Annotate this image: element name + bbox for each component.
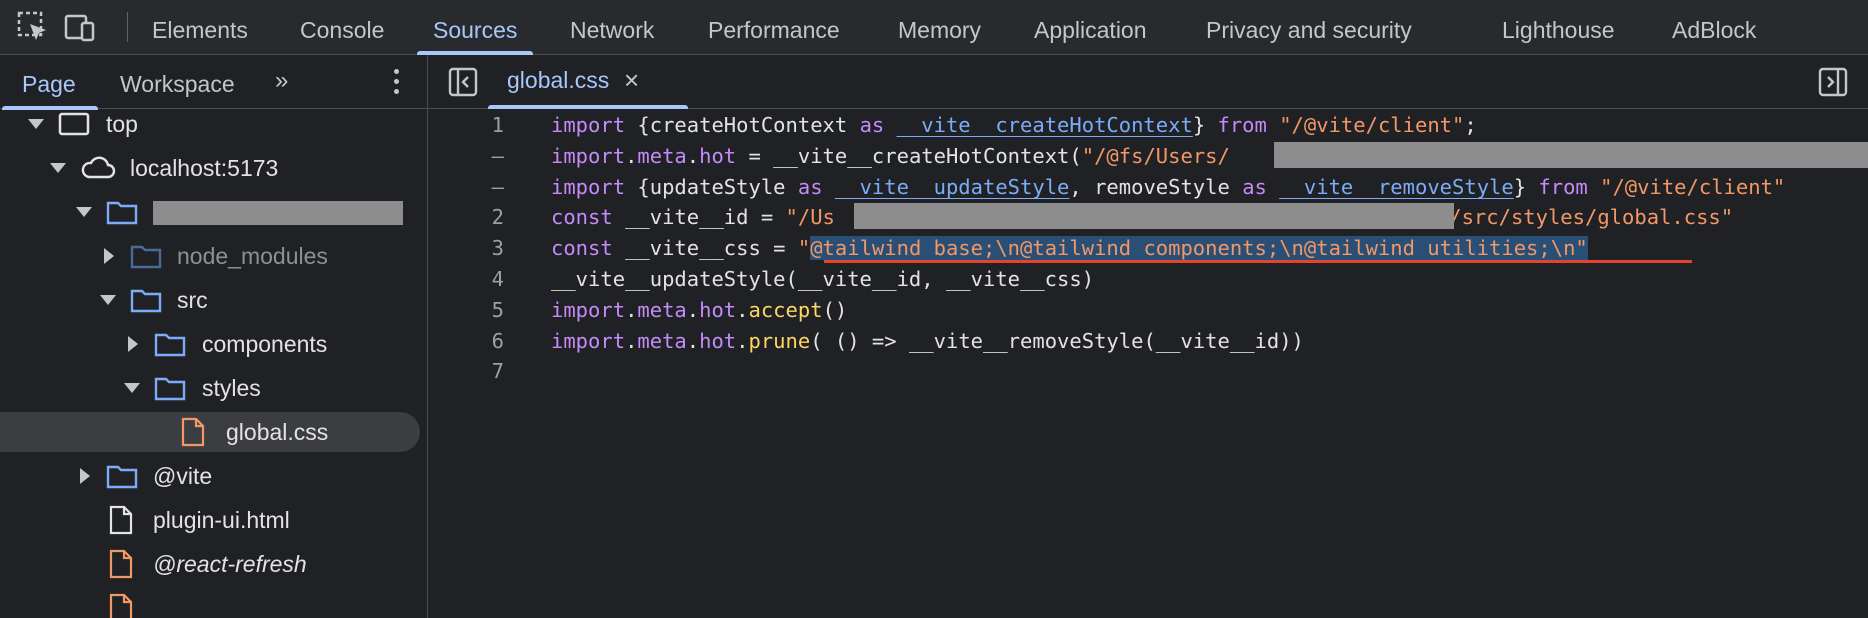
tab-page[interactable]: Page [2, 55, 98, 110]
file-icon [109, 549, 133, 579]
tree-item-src[interactable]: src [0, 280, 420, 320]
code-line: 5 import.meta.hot.accept() [428, 294, 1868, 325]
tree-item-styles[interactable]: styles [0, 368, 420, 408]
code-line: 3 const __vite__css = "@tailwind base;\n… [428, 232, 1868, 263]
navigator-tabs: Page Workspace » [0, 55, 428, 110]
device-toolbar-icon[interactable] [62, 10, 98, 46]
line-number[interactable]: 1 [428, 113, 504, 137]
file-icon [109, 505, 133, 535]
expand-arrow-icon[interactable] [124, 383, 140, 393]
tree-item-project-folder[interactable] [0, 192, 420, 232]
code-line: 7 [428, 355, 1868, 386]
line-number[interactable]: – [428, 175, 504, 199]
tree-item-label: components [202, 331, 328, 357]
frame-icon [58, 112, 90, 136]
tab-network[interactable]: Network [570, 0, 654, 55]
tree-item-label: localhost:5173 [130, 155, 279, 181]
expand-arrow-icon[interactable] [50, 163, 66, 173]
code-line: – import.meta.hot = __vite__createHotCon… [428, 140, 1868, 171]
tree-item-components[interactable]: components [0, 324, 420, 364]
line-number[interactable]: – [428, 144, 504, 168]
tree-item-plugin-ui[interactable]: plugin-ui.html [0, 500, 420, 540]
tree-item-label: @vite [153, 463, 213, 489]
toolbar-separator [127, 12, 128, 42]
expand-arrow-icon[interactable] [104, 248, 114, 264]
line-number[interactable]: 5 [428, 298, 504, 322]
expand-arrow-icon[interactable] [128, 336, 138, 352]
expand-arrow-icon[interactable] [100, 295, 116, 305]
file-icon [181, 417, 205, 447]
folder-icon [154, 377, 186, 401]
tab-memory[interactable]: Memory [898, 0, 981, 55]
tree-item-label: global.css [226, 419, 329, 445]
code-line: 4 __vite__updateStyle(__vite__id, __vite… [428, 263, 1868, 294]
tree-item-label: styles [202, 375, 261, 401]
tab-sources[interactable]: Sources [416, 0, 534, 55]
toggle-navigator-icon[interactable] [448, 67, 478, 97]
more-tabs-icon[interactable]: » [275, 67, 288, 95]
file-icon [109, 593, 133, 618]
expand-arrow-icon[interactable] [80, 468, 90, 484]
folder-icon [130, 289, 162, 313]
tab-adblock[interactable]: AdBlock [1672, 0, 1756, 55]
sources-navigator: Page Workspace » top localhost:5173 node… [0, 55, 428, 618]
selected-text: @tailwind base;\n@tailwind components;\n… [810, 236, 1588, 260]
folder-icon [106, 201, 138, 225]
redacted-path [1274, 142, 1868, 168]
folder-icon [106, 465, 138, 489]
code-line: – import {updateStyle as __vite__updateS… [428, 171, 1868, 202]
code-editor[interactable]: 1 import {createHotContext as __vite__cr… [428, 109, 1868, 618]
toggle-debugger-icon[interactable] [1818, 67, 1848, 97]
close-icon[interactable]: × [624, 65, 639, 96]
line-number[interactable]: 7 [428, 359, 504, 383]
tree-item-localhost[interactable]: localhost:5173 [0, 148, 420, 188]
expand-arrow-icon[interactable] [76, 207, 92, 217]
tab-lighthouse[interactable]: Lighthouse [1502, 0, 1615, 55]
tree-item-label: plugin-ui.html [153, 507, 290, 533]
cloud-icon [81, 156, 116, 179]
tree-item-label: src [177, 287, 208, 313]
editor-tab-global-css[interactable]: global.css [507, 67, 609, 94]
tree-item-global-css[interactable]: global.css [0, 412, 420, 452]
tab-workspace[interactable]: Workspace [120, 55, 235, 109]
editor-tab-bar: global.css × [428, 55, 1868, 109]
tab-privacy-and-security[interactable]: Privacy and security [1206, 0, 1412, 55]
tree-item-label: @react-refresh [153, 551, 307, 577]
expand-arrow-icon[interactable] [28, 119, 44, 129]
tab-application[interactable]: Application [1034, 0, 1147, 55]
code-line: 1 import {createHotContext as __vite__cr… [428, 109, 1868, 140]
line-number[interactable]: 2 [428, 205, 504, 229]
inspect-element-icon[interactable] [16, 10, 52, 46]
redacted-folder-name [153, 201, 403, 225]
redacted-path [854, 203, 1454, 229]
line-number[interactable]: 6 [428, 329, 504, 353]
devtools-toolbar: Elements Console Sources Network Perform… [0, 0, 1868, 55]
folder-icon [130, 245, 162, 269]
tree-item-partial[interactable] [0, 588, 420, 618]
code-line: 6 import.meta.hot.prune( () => __vite__r… [428, 325, 1868, 356]
tab-performance[interactable]: Performance [708, 0, 840, 55]
tab-elements[interactable]: Elements [152, 0, 248, 55]
tree-item-vite[interactable]: @vite [0, 456, 420, 496]
tree-item-react-refresh[interactable]: @react-refresh [0, 544, 420, 584]
more-options-icon[interactable] [384, 69, 408, 99]
tree-item-label: top [106, 111, 138, 137]
tree-item-node-modules[interactable]: node_modules [0, 236, 420, 276]
tree-item-top[interactable]: top [0, 104, 420, 144]
line-number[interactable]: 4 [428, 267, 504, 291]
tree-item-label: node_modules [177, 243, 328, 269]
folder-icon [154, 333, 186, 357]
line-number[interactable]: 3 [428, 236, 504, 260]
tab-console[interactable]: Console [300, 0, 384, 55]
code-line: 2 const __vite__id = "/Us d/src/styles/gl… [428, 201, 1868, 232]
